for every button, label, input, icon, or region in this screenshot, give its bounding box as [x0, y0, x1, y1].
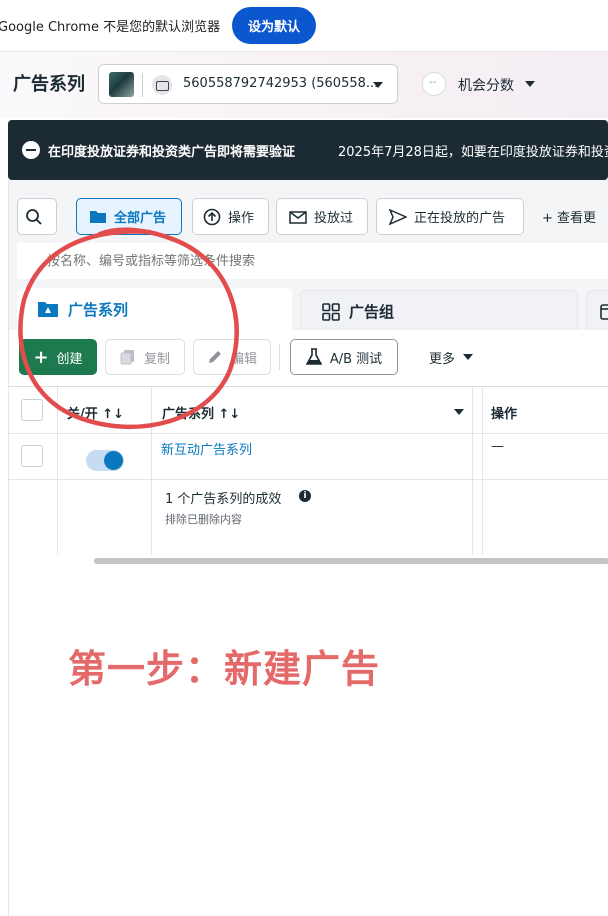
ad-icon [600, 303, 608, 320]
account-selector[interactable]: 560558792742953 (560558... [98, 64, 398, 104]
search-icon [25, 208, 42, 225]
column-divider [482, 387, 483, 555]
info-icon[interactable]: i [299, 490, 311, 502]
campaign-operation: — [491, 439, 504, 454]
column-divider [151, 387, 152, 555]
row-checkbox[interactable] [21, 445, 43, 467]
set-default-button[interactable]: 设为默认 [232, 7, 316, 44]
chevron-down-icon [373, 82, 383, 88]
duplicate-button[interactable]: 复制 [105, 339, 185, 375]
column-divider [57, 387, 58, 555]
grid-icon [322, 302, 340, 321]
default-browser-bar: Google Chrome 不是您的默认浏览器 设为默认 [0, 0, 608, 52]
notice-body: 2025年7月28日起，如要在印度投放证券和投资 [338, 145, 608, 160]
tab-campaigns-label: 广告系列 [68, 300, 129, 319]
plus-icon: + [33, 346, 49, 368]
column-header-toggle[interactable]: 关/开 ↑↓ [67, 403, 124, 422]
row-divider [9, 433, 608, 434]
edit-label: 编辑 [230, 351, 257, 367]
ab-test-label: A/B 测试 [329, 351, 383, 367]
tab-ad-sets[interactable]: 广告组 [300, 290, 578, 332]
chevron-down-icon[interactable] [525, 81, 535, 87]
notice-title: 在印度投放证券和投资类广告即将需要验证 [48, 145, 296, 160]
tab-ads[interactable] [586, 290, 608, 332]
ab-test-button[interactable]: A/B 测试 [290, 339, 398, 375]
duplicate-label: 复制 [143, 351, 170, 367]
column-menu-caret-icon[interactable] [454, 409, 464, 415]
results-summary-title: 1 个广告系列的成效 [165, 492, 282, 507]
folder-icon [90, 211, 106, 223]
step-annotation-text: 第一步：新建广告 [68, 647, 381, 691]
flask-icon [305, 348, 322, 365]
notice-icon [22, 141, 40, 159]
action-divider [279, 344, 280, 370]
account-id: 560558792742953 (560558... [183, 76, 379, 91]
column-header-operations[interactable]: 操作 [491, 403, 517, 422]
pencil-icon [208, 351, 221, 363]
copy-icon [120, 350, 134, 365]
main-panel: 全部广告 操作 投放过 正在投放的广告 + 查看更 广告系列 广告组 [8, 180, 608, 916]
chevron-down-icon [463, 354, 473, 360]
tab-ad-sets-label: 广告组 [349, 303, 395, 321]
campaign-name-link[interactable]: 新互动广告系列 [161, 439, 252, 458]
account-avatar [109, 72, 134, 97]
notice-banner: 在印度投放证券和投资类广告即将需要验证 2025年7月28日起，如要在印度投放证… [8, 120, 608, 180]
operations-label: 操作 [228, 211, 255, 226]
account-divider [142, 73, 143, 97]
opportunity-score-label[interactable]: 机会分数 [458, 75, 514, 95]
delivered-label: 投放过 [314, 211, 354, 226]
create-button[interactable]: + 创建 [19, 339, 97, 375]
more-label: 更多 [428, 351, 455, 367]
default-browser-message: Google Chrome 不是您的默认浏览器 [0, 20, 221, 35]
campaign-folder-icon [38, 302, 58, 317]
column-divider [472, 387, 473, 555]
ad-account-icon [152, 75, 172, 95]
horizontal-scrollbar[interactable] [94, 558, 608, 564]
opportunity-score-badge[interactable]: -- [422, 72, 446, 96]
search-button[interactable] [17, 198, 57, 235]
more-dropdown[interactable]: 更多 [423, 339, 479, 375]
upload-circle-icon [203, 208, 221, 225]
campaign-toggle[interactable] [86, 450, 124, 471]
row-divider [9, 479, 608, 480]
tab-campaigns[interactable]: 广告系列 [17, 288, 292, 330]
all-ads-filter-button[interactable]: 全部广告 [76, 198, 182, 235]
select-all-checkbox[interactable] [21, 399, 43, 421]
more-views-link[interactable]: + 查看更 [542, 207, 596, 226]
results-summary-subtitle: 排除已删除内容 [165, 513, 242, 526]
delivered-filter-button[interactable]: 投放过 [276, 198, 368, 235]
mail-icon [289, 210, 307, 224]
active-ads-label: 正在投放的广告 [414, 211, 506, 226]
all-ads-label: 全部广告 [114, 211, 167, 226]
operations-filter-button[interactable]: 操作 [192, 198, 269, 235]
opportunity-score-value: -- [429, 77, 437, 88]
edit-button[interactable]: 编辑 [193, 339, 271, 375]
page-header: 广告系列 560558792742953 (560558... [0, 52, 608, 118]
page-title: 广告系列 [13, 74, 85, 95]
active-ads-filter-button[interactable]: 正在投放的广告 [376, 198, 524, 235]
campaign-table: 关/开 ↑↓ 广告系列 ↑↓ 操作 新互动广告系列 — 1 个广告系列的成效 i… [9, 386, 608, 555]
send-icon [389, 208, 407, 225]
column-header-campaign[interactable]: 广告系列 ↑↓ [162, 403, 240, 422]
create-label: 创建 [56, 351, 83, 367]
action-bar: + 创建 复制 编辑 A/B 测试 更多 [9, 330, 608, 386]
search-input[interactable] [17, 243, 608, 279]
